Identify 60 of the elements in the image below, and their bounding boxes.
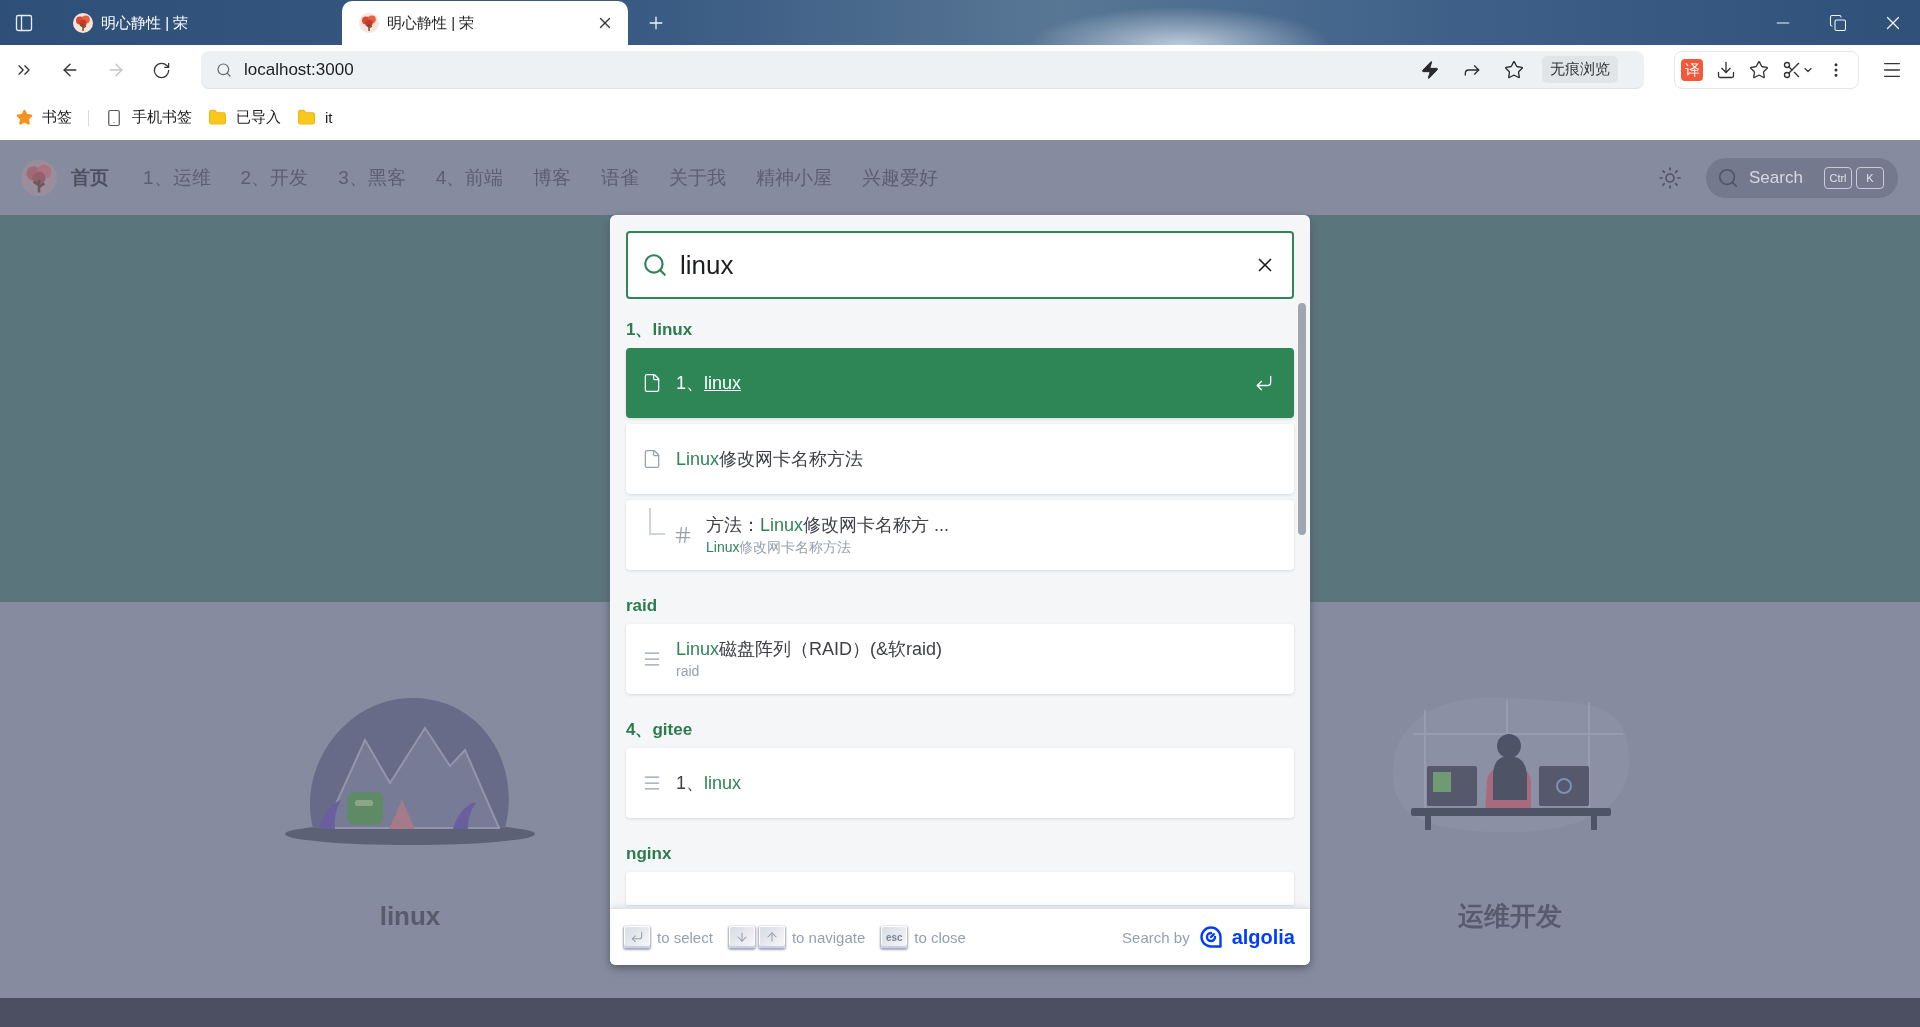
- address-field[interactable]: localhost:3000 无痕浏览: [201, 51, 1644, 89]
- shortcut-key: Ctrl: [1824, 166, 1852, 189]
- search-result[interactable]: 1、linux: [626, 348, 1294, 418]
- tree-favicon-icon: [359, 13, 379, 33]
- lightning-icon[interactable]: [1420, 59, 1440, 80]
- browser-tab[interactable]: 明心静性 | 荣: [342, 1, 628, 45]
- section-title: 4、gitee: [626, 719, 694, 741]
- result-path: Linux修改网卡名称方法: [706, 538, 853, 556]
- search-icon: [642, 252, 668, 278]
- search-icon: [1717, 166, 1739, 189]
- phone-icon: [105, 108, 123, 127]
- search-by-label: Search by: [1122, 928, 1190, 946]
- command-label: to select: [657, 928, 713, 946]
- enter-icon: [630, 930, 644, 944]
- shortcut-key: K: [1856, 166, 1884, 189]
- result-title: Linux修改网卡名称方法: [676, 448, 865, 470]
- result-title: 1、linux: [676, 372, 743, 394]
- escape-key: esc: [881, 926, 908, 948]
- enter-icon: [1254, 373, 1274, 393]
- star-icon[interactable]: [1749, 60, 1769, 80]
- tree-favicon-icon: [73, 13, 93, 33]
- logo-text: algolia: [1231, 925, 1295, 949]
- incognito-button[interactable]: 无痕浏览: [1542, 56, 1618, 83]
- result-title: 方法：Linux修改网卡名称方 ...: [706, 514, 951, 536]
- search-result[interactable]: 1、linux: [626, 748, 1294, 818]
- command-label: to close: [914, 928, 966, 946]
- section-title: raid: [626, 595, 659, 617]
- search-field[interactable]: linux: [626, 231, 1294, 299]
- logo-icon: [1199, 926, 1222, 948]
- bookmark-item[interactable]: 手机书签: [105, 108, 192, 127]
- scissors-button[interactable]: [1782, 60, 1814, 80]
- restore-icon[interactable]: [1828, 13, 1847, 32]
- hash-icon: [673, 525, 693, 545]
- section-title: 1、linux: [626, 319, 694, 341]
- folder-icon: [297, 108, 316, 127]
- section-title: nginx: [626, 843, 673, 865]
- scissors-icon: [1782, 60, 1802, 80]
- star-icon: [16, 109, 33, 126]
- folder-icon: [208, 108, 227, 127]
- result-path: raid: [676, 662, 701, 680]
- search-result[interactable]: Linux修改网卡名称方法: [626, 424, 1294, 494]
- document-icon: [642, 449, 662, 469]
- result-title: Linux磁盘阵列（RAID）(&软raid): [676, 638, 944, 660]
- search-icon: [216, 61, 232, 78]
- reload-icon[interactable]: [152, 60, 171, 80]
- tree-connector-icon: [649, 508, 665, 535]
- bookmark-item[interactable]: 书签: [16, 108, 72, 127]
- result-title: 1、linux: [676, 772, 743, 794]
- bookmark-item[interactable]: 已导入: [208, 108, 281, 127]
- star-icon[interactable]: [1504, 59, 1524, 80]
- browser-tab[interactable]: 明心静性 | 荣: [56, 1, 342, 45]
- bookmark-item[interactable]: it: [297, 108, 333, 127]
- search-button[interactable]: Search Ctrl K: [1706, 157, 1898, 198]
- search-result[interactable]: 方法：Linux修改网卡名称方 ... Linux修改网卡名称方法: [626, 500, 1294, 570]
- scrollbar[interactable]: [1298, 303, 1306, 535]
- command-label: to navigate: [791, 928, 866, 946]
- sidebar-icon[interactable]: [14, 12, 34, 33]
- download-icon[interactable]: [1716, 60, 1736, 80]
- document-icon: [642, 373, 662, 393]
- search-result[interactable]: Linux磁盘阵列（RAID）(&软raid) raid: [626, 624, 1294, 694]
